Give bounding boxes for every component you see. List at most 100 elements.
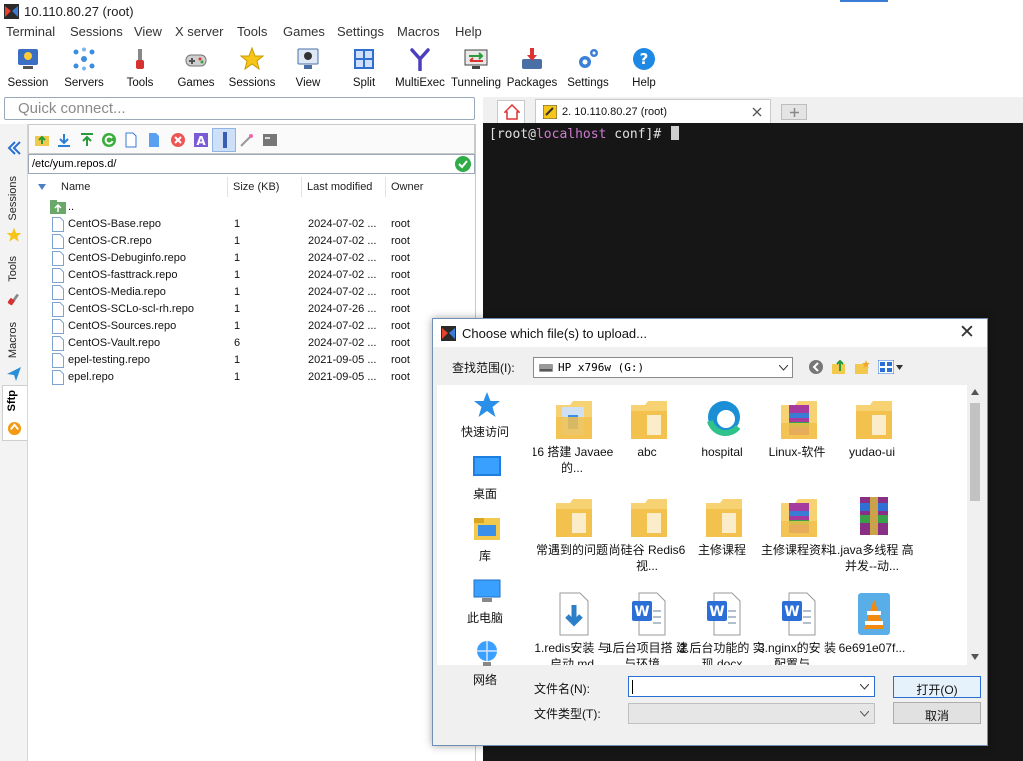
file-row-parent[interactable]: .. <box>28 199 475 216</box>
toolbar-session-button[interactable]: Session <box>0 44 56 94</box>
toolbar-multiexec-button[interactable]: MultiExec <box>392 44 448 94</box>
toolbar-packages-button[interactable]: Packages <box>504 44 560 94</box>
toolbar-tunneling-button[interactable]: Tunneling <box>448 44 504 94</box>
filename-input[interactable] <box>628 676 875 697</box>
side-tab-sessions[interactable]: Sessions <box>4 174 24 224</box>
refresh-icon[interactable] <box>101 132 117 148</box>
dialog-close-button[interactable]: ✕ <box>955 321 979 344</box>
file-icon <box>52 302 64 317</box>
file-tile[interactable]: 1.redis安装 与启动.md <box>534 585 610 665</box>
new-file-icon[interactable] <box>123 132 139 148</box>
file-tile[interactable]: W 1后台项目搭 建与环境... <box>606 585 688 665</box>
collapse-sidebar-icon[interactable] <box>6 140 22 156</box>
file-tile[interactable]: W 2.后台功能的 实现.docx <box>679 585 765 665</box>
scrollbar-thumb[interactable] <box>970 403 980 501</box>
menu-help[interactable]: Help <box>455 24 482 39</box>
column-owner[interactable]: Owner <box>391 181 423 193</box>
file-row[interactable]: CentOS-Media.repo 1 2024-07-02 ... root <box>28 284 475 301</box>
file-grid-scrollbar[interactable] <box>967 385 983 665</box>
file-tile[interactable]: hospital <box>685 389 759 487</box>
view-menu-button[interactable] <box>877 358 905 376</box>
file-owner: root <box>391 269 410 281</box>
file-row[interactable]: CentOS-SCLo-scl-rh.repo 1 2024-07-26 ... ro… <box>28 301 475 318</box>
place-network[interactable]: 网络 <box>437 635 533 693</box>
place-quick-access[interactable]: 快速访问 <box>437 387 533 445</box>
file-tile[interactable]: 主修课程 <box>685 487 759 585</box>
scroll-up-icon[interactable] <box>971 389 979 395</box>
sftp-path-input[interactable]: /etc/yum.repos.d/ <box>28 154 475 174</box>
quick-connect-input[interactable]: Quick connect... <box>4 97 475 120</box>
menu-settings[interactable]: Settings <box>337 24 384 39</box>
new-folder-icon[interactable] <box>146 132 162 148</box>
file-tile[interactable]: 16 搭建 Javaee的... <box>533 389 613 487</box>
toolbar-sessions-button[interactable]: Sessions <box>224 44 280 94</box>
scroll-down-icon[interactable] <box>971 654 979 660</box>
place-this-pc[interactable]: 此电脑 <box>437 573 533 631</box>
toolbar-view-button[interactable]: View <box>280 44 336 94</box>
menu-games[interactable]: Games <box>283 24 325 39</box>
file-tile[interactable]: yudao-ui <box>835 389 909 487</box>
file-row[interactable]: CentOS-fasttrack.repo 1 2024-07-02 ... root <box>28 267 475 284</box>
toolbar-tools-button[interactable]: Tools <box>112 44 168 94</box>
toolbar-help-button[interactable]: ? Help <box>616 44 672 94</box>
file-row[interactable]: CentOS-Base.repo 1 2024-07-02 ... root <box>28 216 475 233</box>
filetype-select[interactable] <box>628 703 875 724</box>
folder-icon <box>631 499 667 537</box>
file-tile[interactable]: abc <box>610 389 684 487</box>
side-tab-macros[interactable]: Macros <box>4 320 24 362</box>
side-tab-sftp[interactable]: Sftp <box>2 385 27 441</box>
look-in-value: HP x796w (G:) <box>558 361 645 374</box>
magic-wand-icon[interactable] <box>239 132 255 148</box>
look-in-select[interactable]: HP x796w (G:) <box>533 357 793 378</box>
menu-view[interactable]: View <box>134 24 162 39</box>
file-row[interactable]: CentOS-Debuginfo.repo 1 2024-07-02 ... root <box>28 250 475 267</box>
file-row[interactable]: CentOS-Sources.repo 1 2024-07-02 ... root <box>28 318 475 335</box>
file-row[interactable]: epel.repo 1 2021-09-05 ... root <box>28 369 475 386</box>
place-desktop[interactable]: 桌面 <box>437 449 533 507</box>
cancel-button[interactable]: 取消 <box>893 702 981 724</box>
menu-macros[interactable]: Macros <box>397 24 440 39</box>
parent-folder-icon[interactable] <box>34 132 50 148</box>
close-icon[interactable] <box>752 107 762 117</box>
menu-sessions[interactable]: Sessions <box>70 24 123 39</box>
open-button[interactable]: 打开(O) <box>893 676 981 698</box>
toolbar-games-button[interactable]: Games <box>168 44 224 94</box>
toggle-hidden-button[interactable] <box>212 128 236 152</box>
file-row[interactable]: CentOS-CR.repo 1 2024-07-02 ... root <box>28 233 475 250</box>
toolbar-split-button[interactable]: Split <box>336 44 392 94</box>
column-size[interactable]: Size (KB) <box>233 181 279 193</box>
side-tab-tools[interactable]: Tools <box>4 254 24 290</box>
download-icon[interactable] <box>56 132 72 148</box>
back-icon[interactable] <box>808 359 824 375</box>
terminal-icon[interactable] <box>262 132 278 148</box>
file-tile[interactable]: 6e691e07f... <box>835 585 909 665</box>
file-tile[interactable]: W 3.nginx的安 装配置与... <box>758 585 836 665</box>
rename-icon[interactable]: A <box>193 132 209 148</box>
file-tile[interactable]: Linux-软件 <box>760 389 834 487</box>
file-owner: root <box>391 320 410 332</box>
terminal-tab-active[interactable]: 2. 10.110.80.27 (root) <box>535 99 771 124</box>
home-tab[interactable] <box>497 100 525 123</box>
menu-x-server[interactable]: X server <box>175 24 223 39</box>
new-tab-button[interactable] <box>781 104 807 120</box>
file-tile[interactable]: 常遇到的问题 <box>535 487 609 585</box>
file-tile[interactable]: 尚硅谷 Redis6视... <box>609 487 685 585</box>
column-last-modified[interactable]: Last modified <box>307 181 372 193</box>
delete-icon[interactable] <box>170 132 186 148</box>
toolbar-servers-button[interactable]: Servers <box>56 44 112 94</box>
upload-icon[interactable] <box>79 132 95 148</box>
new-folder-icon[interactable] <box>854 359 870 375</box>
column-name[interactable]: Name <box>61 181 90 193</box>
toolbar-settings-button[interactable]: Settings <box>560 44 616 94</box>
file-row[interactable]: CentOS-Vault.repo 6 2024-07-02 ... root <box>28 335 475 352</box>
file-owner: root <box>391 252 410 264</box>
file-row[interactable]: epel-testing.repo 1 2021-09-05 ... root <box>28 352 475 369</box>
menu-tools[interactable]: Tools <box>237 24 267 39</box>
up-folder-icon[interactable] <box>831 359 847 375</box>
place-libraries[interactable]: 库 <box>437 511 533 569</box>
path-ok-button[interactable] <box>455 156 471 172</box>
file-tile[interactable]: 主修课程资料 <box>760 487 834 585</box>
file-modified: 2024-07-02 ... <box>308 286 377 298</box>
menu-terminal[interactable]: Terminal <box>6 24 55 39</box>
file-tile[interactable]: 1.java多线程 高并发--动... <box>830 487 914 585</box>
